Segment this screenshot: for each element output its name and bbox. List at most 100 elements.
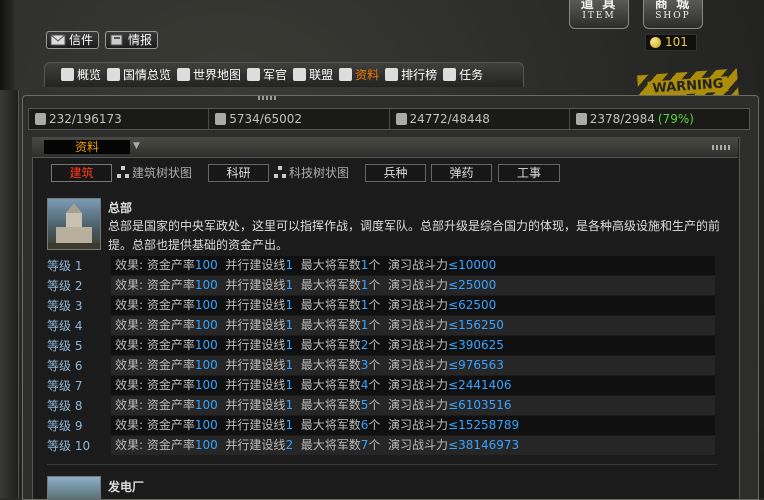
- ranking-icon: [385, 67, 399, 81]
- steel-value: 24772/48448: [409, 112, 490, 126]
- lines-label: 并行建设线: [225, 337, 286, 352]
- nav-label: 军官: [263, 67, 288, 82]
- funds-stat: 232/196173: [29, 109, 210, 129]
- nav-alliance[interactable]: 联盟: [290, 65, 336, 83]
- divider: [47, 464, 717, 465]
- nav-officers[interactable]: 军官: [244, 65, 290, 83]
- frame-grip: [258, 96, 278, 100]
- build-lines: 2: [285, 437, 294, 452]
- tab-research[interactable]: 科研: [208, 164, 269, 182]
- nav-label: 排行榜: [401, 67, 438, 82]
- intel-button[interactable]: 情报: [105, 31, 159, 49]
- tab-ammo[interactable]: 弹药: [431, 164, 492, 182]
- level-name: 等级 1: [47, 258, 83, 273]
- build-lines: 1: [285, 377, 294, 392]
- panel-grip: [712, 145, 730, 150]
- building-name: 发电厂: [108, 480, 145, 494]
- mail-button[interactable]: 信件: [46, 31, 100, 49]
- building-description: 总部是国家的中央军政处，这里可以指挥作战，调度军队。总部升级是综合国力的体现，是…: [108, 219, 721, 252]
- effect-label: 效果:: [115, 437, 147, 452]
- nav-overview[interactable]: 概览: [58, 65, 104, 83]
- table-row: 等级 9 效果: 资金产率100 并行建设线1 最大将军数6个 演习战斗力≤152…: [44, 415, 724, 435]
- intel-label: 情报: [128, 33, 153, 47]
- power-percent: (79%): [657, 112, 694, 126]
- tab-building-tree-label: 建筑树状图: [132, 165, 193, 180]
- funds-label: 资金产率: [146, 257, 195, 272]
- lines-label: 并行建设线: [225, 317, 286, 332]
- lines-label: 并行建设线: [225, 357, 286, 372]
- funds-rate: 100: [194, 317, 218, 332]
- power-stat: 2378/2984 (79%): [570, 109, 749, 129]
- drill-power: ≤2441406: [448, 377, 512, 392]
- tab-tech-tree[interactable]: 科技树状图: [274, 164, 349, 180]
- nav-nation[interactable]: 国情总览: [104, 65, 174, 83]
- panel-title: 资料: [44, 140, 130, 154]
- power-icon: [575, 113, 587, 125]
- level-name: 等级 9: [47, 418, 83, 433]
- funds-rate: 100: [194, 437, 218, 452]
- drill-power: ≤25000: [448, 277, 497, 292]
- nav-tasks[interactable]: 任务: [440, 65, 486, 83]
- nav-ranking[interactable]: 排行榜: [382, 65, 440, 83]
- drill-label: 演习战斗力: [388, 337, 449, 352]
- nav-label: 世界地图: [193, 67, 242, 82]
- tab-fortifications[interactable]: 工事: [498, 164, 560, 182]
- funds-label: 资金产率: [146, 417, 195, 432]
- generals-label: 最大将军数: [300, 317, 361, 332]
- funds-rate: 100: [194, 357, 218, 372]
- mail-label: 信件: [69, 33, 94, 47]
- left-panel-edge: [0, 90, 19, 498]
- level-table: 等级 1 效果: 资金产率100 并行建设线1 最大将军数1个 演习战斗力≤100…: [44, 255, 724, 455]
- build-lines: 1: [285, 357, 294, 372]
- generals-unit: 个: [368, 397, 381, 412]
- nav-world-map[interactable]: 世界地图: [174, 65, 244, 83]
- shop-button[interactable]: 商 城 SHOP: [643, 0, 703, 29]
- generals-unit: 个: [368, 357, 381, 372]
- funds-label: 资金产率: [146, 437, 195, 452]
- item-button[interactable]: 道 具 ITEM: [569, 0, 629, 29]
- build-lines: 1: [285, 297, 294, 312]
- tree-icon: [274, 166, 286, 178]
- tab-building-tree[interactable]: 建筑树状图: [117, 164, 192, 180]
- build-lines: 1: [285, 397, 294, 412]
- level-effect: 效果: 资金产率100 并行建设线1 最大将军数1个 演习战斗力≤10000: [111, 255, 715, 275]
- drill-power: ≤390625: [448, 337, 504, 352]
- funds-value: 232/196173: [49, 112, 122, 126]
- intel-icon: [109, 34, 125, 46]
- lines-label: 并行建设线: [225, 417, 286, 432]
- lines-label: 并行建设线: [225, 437, 286, 452]
- drill-label: 演习战斗力: [388, 257, 449, 272]
- coin-balance: 101: [645, 34, 697, 51]
- table-row: 等级 8 效果: 资金产率100 并行建设线1 最大将军数5个 演习战斗力≤610…: [44, 395, 724, 415]
- funds-rate: 100: [194, 337, 218, 352]
- dropdown-arrow-icon[interactable]: ▼: [133, 141, 140, 151]
- lines-label: 并行建设线: [225, 277, 286, 292]
- oil-value: 5734/65002: [229, 112, 303, 126]
- steel-icon: [395, 113, 407, 125]
- level-effect: 效果: 资金产率100 并行建设线1 最大将军数1个 演习战斗力≤62500: [111, 295, 715, 315]
- tab-buildings[interactable]: 建筑: [51, 164, 112, 182]
- effect-label: 效果:: [115, 377, 147, 392]
- table-row: 等级 1 效果: 资金产率100 并行建设线1 最大将军数1个 演习战斗力≤100…: [44, 255, 724, 275]
- coin-count: 101: [665, 35, 688, 49]
- drill-power: ≤976563: [448, 357, 504, 372]
- generals-label: 最大将军数: [300, 437, 361, 452]
- lines-label: 并行建设线: [225, 397, 286, 412]
- nav-data[interactable]: 资料: [336, 65, 382, 83]
- funds-label: 资金产率: [146, 337, 195, 352]
- drill-label: 演习战斗力: [388, 437, 449, 452]
- funds-label: 资金产率: [146, 397, 195, 412]
- tab-units[interactable]: 兵种: [365, 164, 426, 182]
- generals-label: 最大将军数: [300, 357, 361, 372]
- table-row: 等级 5 效果: 资金产率100 并行建设线1 最大将军数2个 演习战斗力≤390…: [44, 335, 724, 355]
- alliance-icon: [293, 67, 307, 81]
- shop-sublabel: SHOP: [655, 11, 691, 21]
- drill-power: ≤156250: [448, 317, 504, 332]
- tab-tech-tree-label: 科技树状图: [289, 165, 350, 180]
- flag-icon: [107, 67, 121, 81]
- main-nav: 概览 国情总览 世界地图 军官 联盟 资料 排行榜 任务: [58, 65, 486, 83]
- generals-unit: 个: [368, 277, 381, 292]
- drill-power: ≤10000: [448, 257, 497, 272]
- drill-power: ≤15258789: [448, 417, 520, 432]
- table-row: 等级 7 效果: 资金产率100 并行建设线1 最大将军数4个 演习战斗力≤244…: [44, 375, 724, 395]
